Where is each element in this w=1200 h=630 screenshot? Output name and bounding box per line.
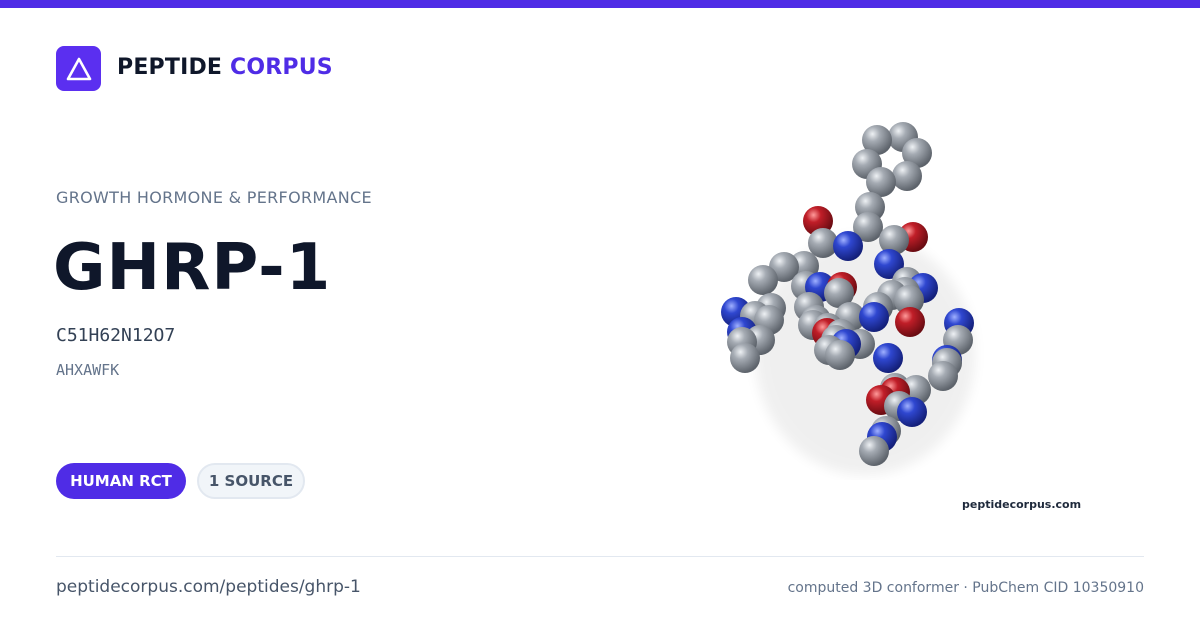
amino-acid-sequence: AHXAWFK (56, 361, 120, 379)
nitrogen-atom (833, 231, 863, 261)
footer-url[interactable]: peptidecorpus.com/peptides/ghrp-1 (56, 577, 361, 597)
carbon-atom (928, 361, 958, 391)
nitrogen-atom (859, 302, 889, 332)
molecular-formula: C51H62N12O7 (56, 325, 176, 346)
molecule-3d-model (721, 122, 975, 475)
molecule-watermark: peptidecorpus.com (962, 498, 1082, 511)
peptide-category: GROWTH HORMONE & PERFORMANCE (56, 188, 372, 207)
nitrogen-atom (897, 397, 927, 427)
source-count-badge: 1 SOURCE (197, 463, 305, 499)
triangle-icon (66, 57, 91, 80)
brand-name: PEPTIDE CORPUS (117, 55, 333, 80)
footer-divider (56, 556, 1144, 557)
nitrogen-atom (873, 343, 903, 373)
carbon-atom (859, 436, 889, 466)
brand-name-part2: CORPUS (230, 55, 333, 80)
footer-meta: computed 3D conformer · PubChem CID 1035… (787, 580, 1144, 596)
logo-icon (56, 46, 101, 91)
top-accent-bar (0, 0, 1200, 8)
carbon-atom (730, 343, 760, 373)
peptide-name: GHRP-1 (53, 231, 332, 305)
evidence-badge: HUMAN RCT (56, 463, 186, 499)
oxygen-atom (895, 307, 925, 337)
brand-name-part1: PEPTIDE (117, 55, 223, 80)
carbon-atom (825, 340, 855, 370)
carbon-atom (892, 161, 922, 191)
carbon-atom (748, 265, 778, 295)
